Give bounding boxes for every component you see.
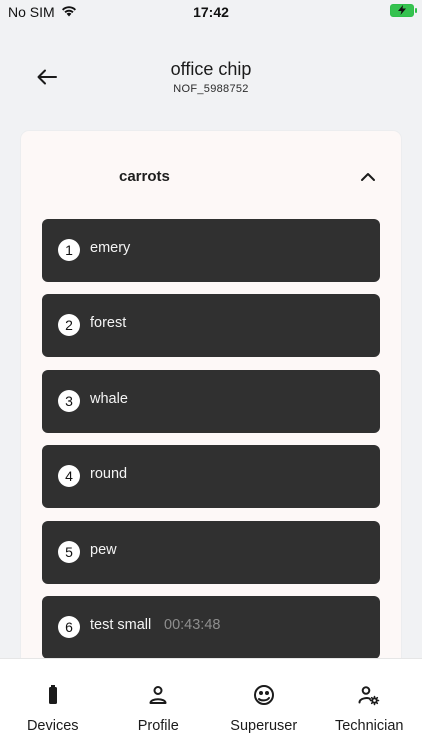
item-label: round (90, 466, 128, 483)
item-number: 5 (58, 540, 80, 563)
nav-label: Profile (137, 718, 179, 734)
nav-item-technician[interactable]: Technician (317, 659, 422, 750)
nav-item-superuser[interactable]: Superuser (211, 659, 317, 750)
item-number: 2 (58, 314, 80, 337)
item-label: forest (90, 315, 127, 332)
section-header[interactable]: carrots (21, 157, 401, 197)
item-timer: 00:43:48 (164, 616, 221, 633)
status-right (390, 4, 417, 20)
list-item[interactable]: 6 test small 00:43:48 (42, 595, 380, 659)
item-number: 6 (58, 615, 80, 638)
battery-icon (48, 685, 57, 704)
status-bar: No SIM 17:42 (0, 0, 422, 24)
nav-item-devices[interactable]: Devices (0, 659, 106, 750)
list-item[interactable]: 2 forest (42, 294, 380, 358)
header: office chip NOF_5988752 (0, 55, 422, 105)
nav-item-profile[interactable]: Profile (106, 659, 212, 750)
item-label: whale (90, 390, 128, 407)
superuser-icon (253, 685, 274, 705)
item-number: 4 (58, 465, 80, 488)
item-label: emery (90, 240, 131, 256)
status-time: 17:42 (193, 4, 229, 20)
device-id: NOF_5988752 (173, 83, 249, 95)
user-gear-icon (358, 686, 380, 706)
nav-label: Technician (334, 718, 404, 734)
list-item[interactable]: 5 pew (42, 520, 380, 584)
page-title: office chip (170, 59, 252, 79)
content-card: carrots 1 emery 2 forest 3 whale 4 round… (21, 131, 401, 691)
user-icon (149, 686, 167, 704)
item-label: pew (90, 541, 117, 558)
chevron-up-icon[interactable] (359, 169, 377, 185)
item-list: 1 emery 2 forest 3 whale 4 round 5 pew 6… (42, 219, 380, 671)
item-number: 1 (58, 239, 80, 261)
battery-charging-icon (390, 4, 417, 17)
section-title: carrots (119, 168, 170, 185)
list-item[interactable]: 1 emery (42, 219, 380, 282)
item-number: 3 (58, 389, 80, 412)
list-item[interactable]: 3 whale (42, 369, 380, 433)
item-label: test small (90, 616, 152, 633)
bottom-nav: Devices Profile Superuser Technician (0, 658, 422, 750)
nav-label: Superuser (230, 718, 298, 734)
nav-label: Devices (26, 718, 79, 734)
list-item[interactable]: 4 round (42, 445, 380, 509)
